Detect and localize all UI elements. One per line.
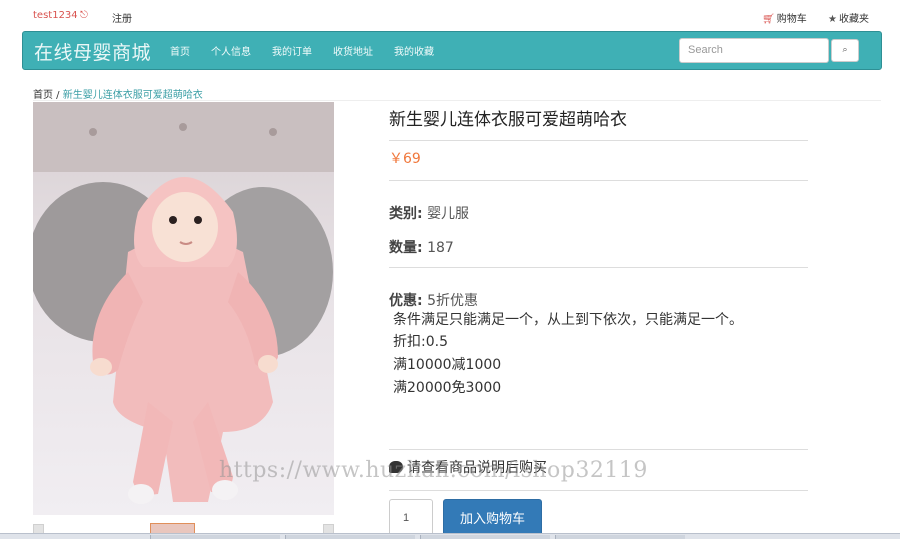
divider [33,100,881,101]
category-row: 类别: 婴儿服 [389,203,469,223]
search-input[interactable]: Search [679,38,829,63]
brand-logo[interactable]: 在线母婴商城 [34,38,151,65]
promo-condition: 条件满足只能满足一个，从上到下依次，只能满足一个。 [393,312,743,328]
promo-label: 优惠: [389,293,423,309]
divider [389,180,808,181]
promo-rule-1: 满10000减1000 [393,357,502,373]
nav-home[interactable]: 首页 [170,43,190,58]
cart-link[interactable]: 🛒︎ 购物车 [762,10,807,25]
divider [389,140,808,141]
nav-links: 首页 个人信息 我的订单 收货地址 我的收藏 [170,32,455,69]
quantity-value: 187 [427,240,454,256]
logout-icon[interactable]: ⎋ [80,10,88,21]
nav-profile[interactable]: 个人信息 [211,43,251,58]
promo-row: 优惠: 5折优惠 [389,290,478,310]
watermark: https://www.huzhan.com/ishop32119 [219,458,648,483]
search-button[interactable]: ⌕ [831,39,859,62]
nav-address[interactable]: 收货地址 [333,43,373,58]
category-value: 婴儿服 [427,206,470,222]
nav-orders[interactable]: 我的订单 [272,43,312,58]
promo-discount: 折扣:0.5 [393,334,448,350]
quantity-label: 数量: [389,240,423,256]
taskbar-item[interactable] [150,535,280,539]
cart-label: 购物车 [776,14,807,25]
taskbar [0,533,900,539]
top-bar: test1234 ⎋ 注册 🛒︎ 购物车 ★ 收藏夹 [0,0,900,30]
quantity-row: 数量: 187 [389,237,454,257]
star-icon: ★ [828,14,837,25]
taskbar-item[interactable] [285,535,415,539]
favorites-link[interactable]: ★ 收藏夹 [828,10,869,25]
product-photo [33,102,334,515]
search-icon: ⌕ [842,45,848,55]
divider [389,449,808,450]
divider [389,267,808,268]
username-link[interactable]: test1234 [33,10,78,21]
taskbar-item[interactable] [555,535,685,539]
divider [389,490,808,491]
breadcrumb: 首页 / 新生婴儿连体衣服可爱超萌哈衣 [33,86,203,101]
taskbar-item[interactable] [420,535,550,539]
product-title: 新生婴儿连体衣服可爱超萌哈衣 [389,110,627,130]
cart-icon: 🛒︎ [762,14,775,25]
main-navbar: 在线母婴商城 首页 个人信息 我的订单 收货地址 我的收藏 Search ⌕ [22,31,882,70]
register-link[interactable]: 注册 [112,10,132,25]
favorites-label: 收藏夹 [838,14,869,25]
nav-favorites[interactable]: 我的收藏 [394,43,434,58]
promo-value: 5折优惠 [427,293,478,309]
promo-rule-2: 满20000免3000 [393,380,502,396]
category-label: 类别: [389,206,423,222]
product-image [33,102,334,515]
product-price: ￥69 [389,151,421,167]
